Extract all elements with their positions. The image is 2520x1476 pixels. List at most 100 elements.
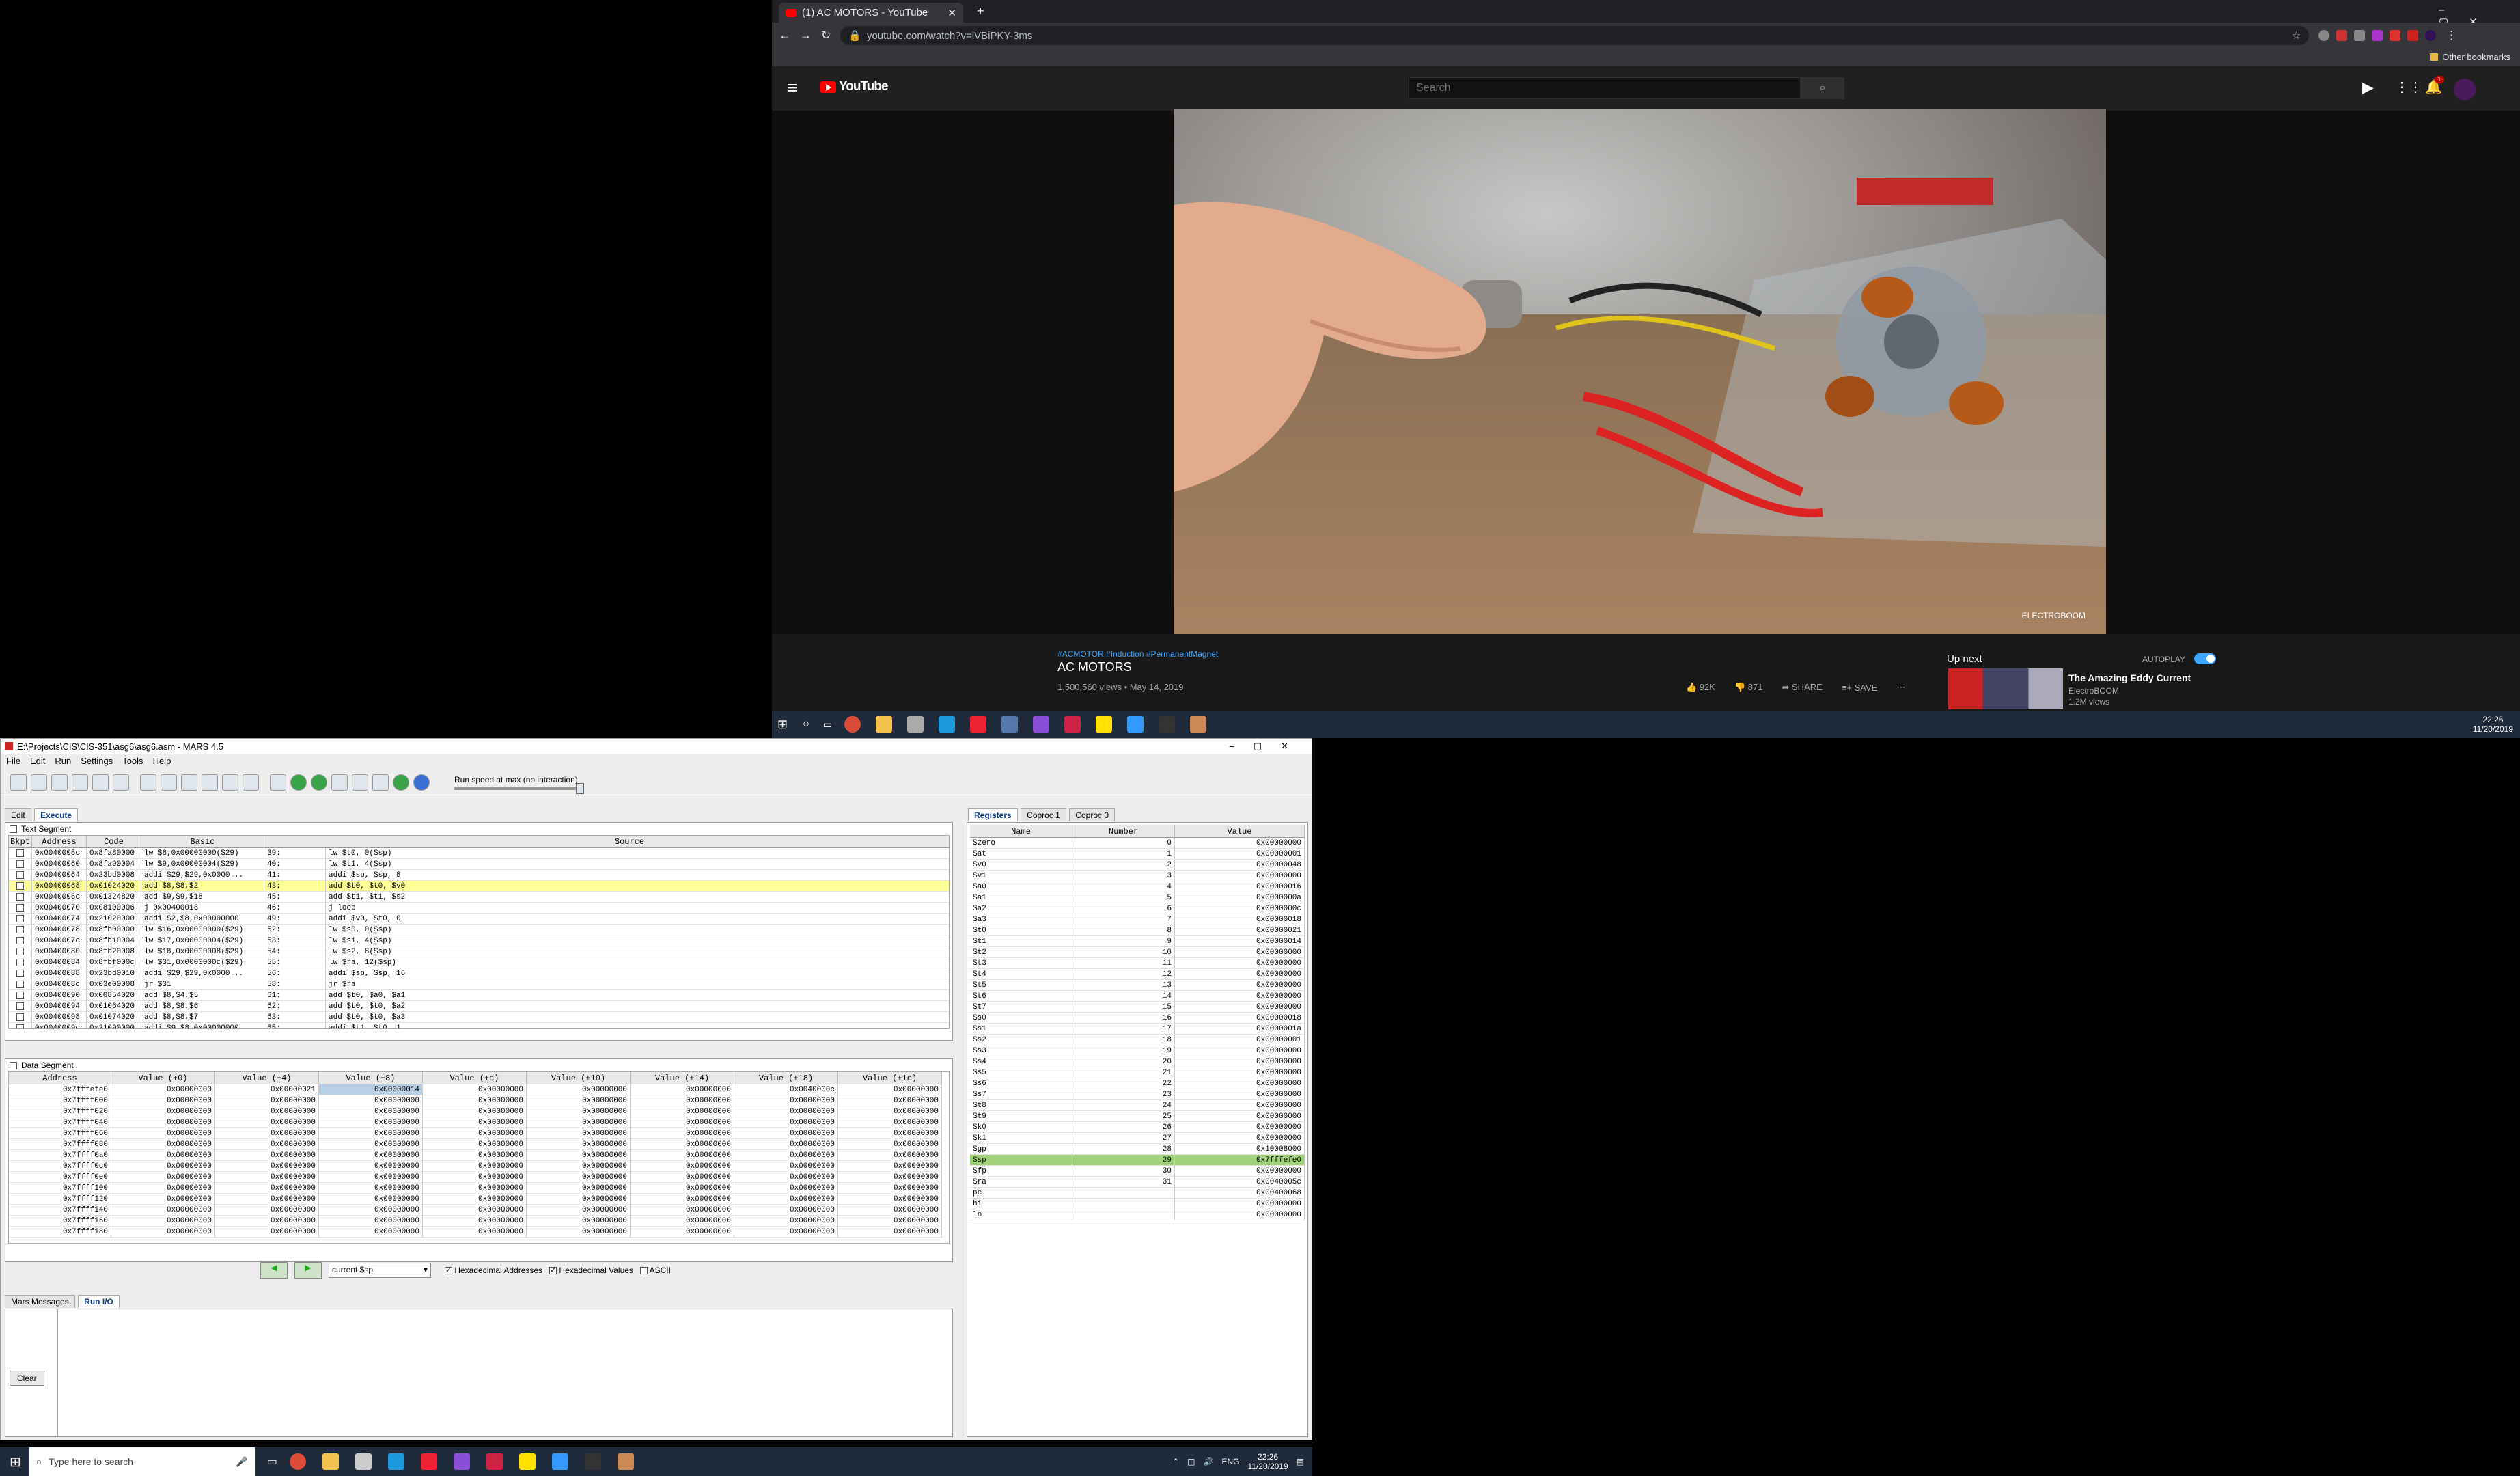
breakpoint-checkbox[interactable] — [9, 903, 32, 914]
search-button[interactable]: ⌕ — [1801, 77, 1844, 99]
dump-memory-icon[interactable] — [92, 774, 109, 791]
youtube-logo[interactable]: YouTube — [820, 79, 888, 94]
dislike-button[interactable]: 👎 871 — [1734, 682, 1763, 693]
table-row[interactable]: $at 1 0x00000001 — [970, 849, 1305, 860]
breakpoint-checkbox[interactable] — [9, 892, 32, 903]
next-video-channel[interactable]: ElectroBOOM — [2068, 686, 2119, 696]
table-row[interactable]: $a0 4 0x00000016 — [970, 882, 1305, 892]
breakpoint-checkbox[interactable] — [9, 870, 32, 881]
create-video-icon[interactable]: ▶ — [2362, 79, 2374, 96]
column-header[interactable]: Value (+14) — [631, 1072, 734, 1084]
redo-icon[interactable] — [161, 774, 177, 791]
breakpoint-checkbox[interactable] — [9, 848, 32, 859]
menu-dots-icon[interactable]: ⋮ — [2446, 29, 2457, 42]
address-bar[interactable]: 🔒 youtube.com/watch?v=lVBiPKY-3ms ☆ — [840, 26, 2310, 45]
table-row[interactable]: hi 0x00000000 — [970, 1199, 1305, 1210]
table-row[interactable]: $fp 30 0x00000000 — [970, 1166, 1305, 1177]
table-row[interactable]: $s7 23 0x00000000 — [970, 1089, 1305, 1100]
windows-start-icon[interactable]: ⊞ — [10, 1453, 21, 1471]
apps-grid-icon[interactable]: ⋮⋮ — [2395, 79, 2422, 96]
table-row[interactable]: 0x00400080 0x8fb20008 lw $18,0x00000008($2… — [9, 946, 949, 957]
table-row[interactable]: 0x7ffff000 0x00000000 0x00000000 0x00000000… — [9, 1095, 949, 1106]
address-select[interactable]: current $sp ▾ — [329, 1263, 431, 1278]
pinned-apps[interactable] — [289, 1453, 634, 1470]
extension-icons[interactable] — [2318, 30, 2437, 41]
table-row[interactable]: $k1 27 0x00000000 — [970, 1133, 1305, 1144]
column-header[interactable]: Value (+10) — [527, 1072, 631, 1084]
table-row[interactable]: $s0 16 0x00000018 — [970, 1013, 1305, 1024]
browser-tab[interactable]: (1) AC MOTORS - YouTube ✕ — [779, 3, 963, 23]
breakpoint-checkbox[interactable] — [9, 968, 32, 979]
tab-run-io[interactable]: Run I/O — [78, 1295, 120, 1308]
column-header[interactable]: Name — [970, 825, 1072, 838]
table-row[interactable]: 0x7ffff120 0x00000000 0x00000000 0x00000000… — [9, 1194, 949, 1205]
taskbar-search[interactable]: ○ Type here to search 🎤 — [29, 1447, 255, 1476]
stop-icon[interactable] — [372, 774, 389, 791]
next-video-title[interactable]: The Amazing Eddy Current — [2068, 672, 2191, 683]
windows-start-icon[interactable]: ⊞ — [777, 718, 788, 732]
task-view-icon[interactable]: ▭ — [267, 1455, 277, 1468]
hex-addresses-checkbox[interactable]: ✓ Hexadecimal Addresses — [445, 1266, 542, 1275]
table-row[interactable]: 0x0040005c 0x8fa80000 lw $8,0x00000000($29… — [9, 848, 949, 859]
table-row[interactable]: 0x7ffff080 0x00000000 0x00000000 0x00000000… — [9, 1139, 949, 1150]
chevron-up-icon[interactable]: ⌃ — [1172, 1457, 1179, 1466]
tab-mars-messages[interactable]: Mars Messages — [5, 1295, 75, 1308]
breakpoint-checkbox[interactable] — [9, 881, 32, 892]
table-row[interactable]: 0x7fffefe0 0x00000000 0x00000021 0x00000014… — [9, 1084, 949, 1095]
table-row[interactable]: 0x0040009c 0x21090000 addi $9,$8,0x0000000… — [9, 1023, 949, 1028]
breakpoint-checkbox[interactable] — [9, 1001, 32, 1012]
run-speed-slider[interactable] — [454, 782, 584, 794]
reset-icon[interactable] — [393, 774, 409, 791]
menu-item-edit[interactable]: Edit — [30, 756, 45, 766]
table-row[interactable]: 0x00400098 0x01074020 add $8,$8,$7 63: add $… — [9, 1012, 949, 1023]
menu-item-settings[interactable]: Settings — [81, 756, 113, 766]
next-video-thumbnail[interactable] — [1948, 668, 2063, 709]
table-row[interactable]: 0x00400090 0x00854020 add $8,$4,$5 61: add $… — [9, 990, 949, 1001]
breakpoint-checkbox[interactable] — [9, 914, 32, 925]
tab-execute[interactable]: Execute — [34, 808, 79, 821]
run-io-console[interactable] — [57, 1309, 950, 1436]
table-row[interactable]: 0x0040008c 0x03e00008 jr $31 58: jr $ra — [9, 979, 949, 990]
table-row[interactable]: 0x7ffff0c0 0x00000000 0x00000000 0x00000000… — [9, 1161, 949, 1172]
column-header[interactable]: Address — [32, 836, 87, 848]
back-icon[interactable]: ← — [779, 29, 790, 42]
breakpoint-checkbox[interactable] — [9, 957, 32, 968]
step-icon[interactable] — [311, 774, 327, 791]
paste-icon[interactable] — [222, 774, 238, 791]
more-icon[interactable]: ⋯ — [1896, 682, 1905, 693]
table-row[interactable]: 0x7ffff020 0x00000000 0x00000000 0x00000000… — [9, 1106, 949, 1117]
table-row[interactable]: 0x00400068 0x01024020 add $8,$8,$2 43: add $… — [9, 881, 949, 892]
table-row[interactable]: $t8 24 0x00000000 — [970, 1100, 1305, 1111]
cortana-icon[interactable]: ○ — [803, 718, 809, 730]
table-row[interactable]: 0x00400074 0x21020000 addi $2,$8,0x0000000… — [9, 914, 949, 925]
like-button[interactable]: 👍 92K — [1686, 682, 1715, 693]
column-header[interactable]: Number — [1072, 825, 1175, 838]
table-row[interactable]: $t9 25 0x00000000 — [970, 1111, 1305, 1122]
clear-button[interactable]: Clear — [10, 1371, 44, 1386]
menu-item-help[interactable]: Help — [153, 756, 171, 766]
column-header[interactable]: Bkpt — [9, 836, 32, 848]
video-player[interactable]: ELECTROBOOM — [1174, 109, 2106, 634]
table-row[interactable]: 0x7ffff0e0 0x00000000 0x00000000 0x00000000… — [9, 1172, 949, 1183]
hex-values-checkbox[interactable]: ✓ Hexadecimal Values — [549, 1266, 633, 1275]
breakpoint-checkbox[interactable] — [9, 859, 32, 870]
star-icon[interactable]: ☆ — [2292, 29, 2301, 42]
print-icon[interactable] — [113, 774, 129, 791]
table-row[interactable]: $t5 13 0x00000000 — [970, 980, 1305, 991]
table-row[interactable]: 0x00400070 0x08100006 j 0x00400018 46: j loo… — [9, 903, 949, 914]
table-row[interactable]: $s5 21 0x00000000 — [970, 1067, 1305, 1078]
table-row[interactable]: $t2 10 0x00000000 — [970, 947, 1305, 958]
hashtags[interactable]: #ACMOTOR #Induction #PermanentMagnet — [1057, 649, 1218, 659]
new-file-icon[interactable] — [10, 774, 27, 791]
clock-top[interactable]: 22:26 11/20/2019 — [2473, 715, 2513, 734]
table-row[interactable]: lo 0x00000000 — [970, 1210, 1305, 1220]
pause-icon[interactable] — [352, 774, 368, 791]
breakpoint-checkbox[interactable] — [9, 1023, 32, 1028]
table-row[interactable]: 0x0040006c 0x01324820 add $9,$9,$18 45: add … — [9, 892, 949, 903]
tab-registers[interactable]: Registers — [968, 808, 1018, 821]
pinned-apps[interactable] — [844, 716, 1206, 733]
table-row[interactable]: 0x7ffff0a0 0x00000000 0x00000000 0x00000000… — [9, 1150, 949, 1161]
menu-item-file[interactable]: File — [6, 756, 20, 766]
hamburger-icon[interactable]: ≡ — [787, 77, 797, 98]
copy-icon[interactable] — [202, 774, 218, 791]
